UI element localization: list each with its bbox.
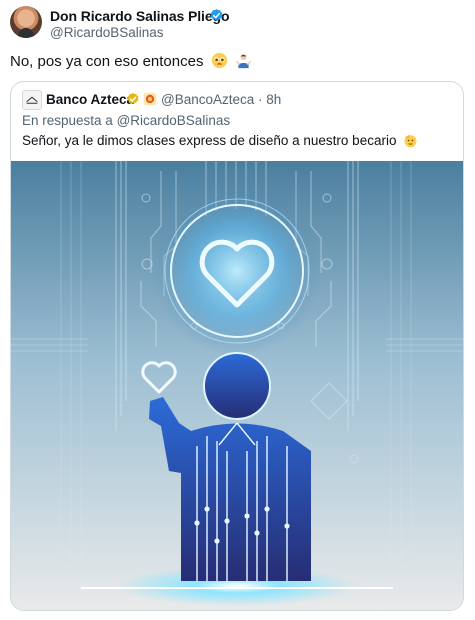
verified-badge-icon xyxy=(210,8,223,21)
banco-azteca-logo[interactable] xyxy=(22,90,42,110)
halo-glow xyxy=(152,186,322,356)
quote-author-handle[interactable]: @BancoAzteca xyxy=(161,92,254,107)
quote-image[interactable] xyxy=(11,161,463,611)
bank-logo-mark-icon xyxy=(26,96,38,104)
person-shrugging-emoji-icon xyxy=(235,54,251,69)
figure-head xyxy=(203,352,271,420)
pleading-face-emoji-icon xyxy=(211,52,227,69)
author-name[interactable]: Don Ricardo Salinas Pliego xyxy=(50,8,230,24)
reply-prefix: En respuesta a xyxy=(22,113,113,128)
quoted-tweet-card[interactable]: Banco Azteca @BancoAzteca · 8h En respue… xyxy=(10,81,464,611)
author-handle[interactable]: @RicardoBSalinas xyxy=(50,25,164,40)
reply-context: En respuesta a @RicardoBSalinas xyxy=(22,113,230,128)
quote-meta: @BancoAzteca · 8h xyxy=(161,92,281,107)
author-avatar[interactable] xyxy=(10,6,42,38)
meta-separator: · xyxy=(258,92,263,107)
reply-to-handle[interactable]: @RicardoBSalinas xyxy=(117,113,231,128)
quote-author-name[interactable]: Banco Azteca xyxy=(46,92,134,107)
tweet-text-body: No, pos ya con eso entonces xyxy=(10,53,204,70)
gold-verified-badge-icon xyxy=(127,92,139,104)
tweet-text: No, pos ya con eso entonces xyxy=(10,52,252,70)
tweet: Don Ricardo Salinas Pliego @RicardoBSali… xyxy=(0,0,475,620)
quote-text-body: Señor, ya le dimos clases express de dis… xyxy=(22,133,397,148)
saluting-face-emoji-icon xyxy=(404,134,417,148)
quote-text: Señor, ya le dimos clases express de dis… xyxy=(22,133,418,148)
quote-timestamp[interactable]: 8h xyxy=(266,92,281,107)
affiliate-badge-icon xyxy=(143,92,157,106)
